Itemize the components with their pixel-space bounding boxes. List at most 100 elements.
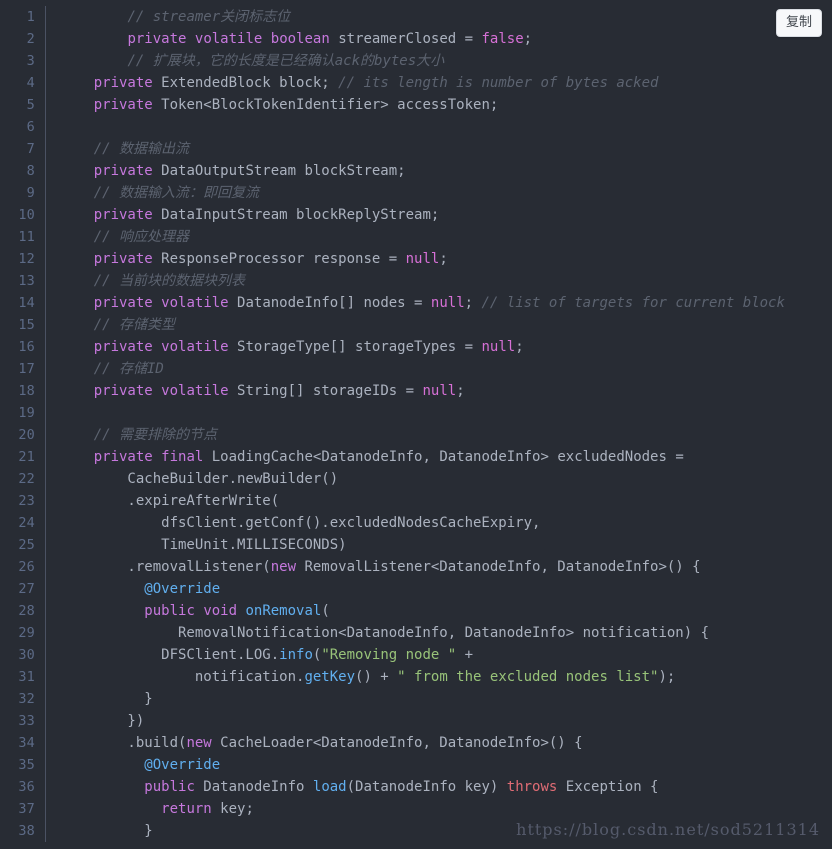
code-token-cmt: // 存储ID [93,361,164,377]
code-token-cmt: // 数据输入流：即回复流 [93,185,260,201]
line-number: 35 [18,757,35,773]
code-token-plain: dfsClient.getConf().excludedNodesCacheEx… [60,515,541,531]
code-token-cmt: // 数据输出流 [93,141,190,157]
code-token-kw: private [93,163,153,179]
line-number: 34 [18,735,35,751]
line-number: 29 [18,625,35,641]
code-token-plain: ( [321,603,330,619]
code-token-plain: DatanodeInfo [194,779,313,795]
code-token-kw: private [93,97,153,113]
code-token-kw: volatile [161,339,229,355]
code-token-plain: ); [658,669,676,685]
watermark-text: https://blog.csdn.net/sod5211314 [516,820,820,839]
code-line: private final LoadingCache<DatanodeInfo,… [60,446,832,468]
code-token-plain: CacheLoader<DatanodeInfo, DatanodeInfo>(… [211,735,583,751]
code-token-plain: ; [523,31,533,47]
line-number: 15 [18,317,35,333]
line-number: 24 [18,515,35,531]
code-line: // 当前块的数据块列表 [60,270,832,292]
line-number: 6 [26,119,35,135]
code-token-kw: return [161,801,212,817]
line-number: 8 [26,163,35,179]
code-token-plain: CacheBuilder.newBuilder() [60,471,339,487]
line-number: 20 [18,427,35,443]
code-token-str: " from the excluded nodes list" [397,669,659,685]
line-number: 21 [18,449,35,465]
code-token-plain: StorageType[] storageTypes = [228,339,482,355]
code-token-plain: DataOutputStream blockStream; [152,163,406,179]
code-token-kw: void [203,603,238,619]
code-table: 1 2 3 4 5 6 7 8 9 10 11 12 13 14 15 16 17 18 19 20 21 22 23 24 2… [0,0,832,849]
code-token-plain: RemovalNotification<DatanodeInfo, Datano… [60,625,710,641]
code-line: private DataOutputStream blockStream; [60,160,832,182]
code-token-plain: .expireAfterWrite( [60,493,280,509]
code-line: private Token<BlockTokenIdentifier> acce… [60,94,832,116]
line-number: 2 [26,31,35,47]
code-token-plain: ; [439,251,448,267]
code-token-plain: }) [60,713,145,729]
line-number: 12 [18,251,35,267]
code-token-cmt: // 扩展块，它的长度是已经确认ack的bytes大小 [127,53,445,69]
code-token-plain: ; [456,383,465,399]
code-line: // 存储类型 [60,314,832,336]
code-token-plain: .removalListener( [60,559,271,575]
code-line: DFSClient.LOG.info("Removing node " + [60,644,832,666]
code-line: // 数据输入流：即回复流 [60,182,832,204]
code-token-kw: private [127,31,187,47]
code-token-plain: (DatanodeInfo key) [346,779,507,795]
line-number: 33 [18,713,35,729]
line-number: 14 [18,295,35,311]
code-line: // 数据输出流 [60,138,832,160]
code-token-plain: LoadingCache<DatanodeInfo, DatanodeInfo>… [203,449,684,465]
code-token-ann: @Override [144,581,221,597]
code-token-kw: private [93,339,153,355]
code-line: // streamer关闭标志位 [60,6,832,28]
code-token-plain: RemovalListener<DatanodeInfo, DatanodeIn… [296,559,701,575]
code-line: @Override [60,754,832,776]
code-line: // 扩展块，它的长度是已经确认ack的bytes大小 [60,50,832,72]
code-line: RemovalNotification<DatanodeInfo, Datano… [60,622,832,644]
code-token-plain: Exception { [557,779,659,795]
code-token-kw: boolean [270,31,330,47]
code-token-fn: getKey [304,669,356,685]
code-line: private ResponseProcessor response = nul… [60,248,832,270]
code-token-plain: DFSClient.LOG. [60,647,280,663]
code-block-container: 复制 1 2 3 4 5 6 7 8 9 10 11 12 13 14 15 16 17 18 19 20 21 22 23… [0,0,832,849]
line-number: 11 [18,229,35,245]
line-number: 37 [18,801,35,817]
line-number: 4 [26,75,35,91]
code-line: private volatile StorageType[] storageTy… [60,336,832,358]
line-number: 7 [26,141,35,157]
code-token-lit: false [481,31,524,47]
line-number: 28 [18,603,35,619]
code-token-ann: @Override [144,757,221,773]
copy-button[interactable]: 复制 [775,9,822,37]
code-token-kw: public [144,779,195,795]
code-line: private volatile DatanodeInfo[] nodes = … [60,292,832,314]
code-token-lit: null [405,251,440,267]
code-token-plain: TimeUnit.MILLISECONDS) [60,537,347,553]
code-token-kw: private [93,251,153,267]
code-token-lit: null [430,295,465,311]
code-token-cmt: // 响应处理器 [93,229,190,245]
code-token-plain: () + [355,669,398,685]
code-line: TimeUnit.MILLISECONDS) [60,534,832,556]
code-line: dfsClient.getConf().excludedNodesCacheEx… [60,512,832,534]
code-token-plain: DatanodeInfo[] nodes = [228,295,431,311]
code-token-plain: streamerClosed = [329,31,482,47]
code-line: private DataInputStream blockReplyStream… [60,204,832,226]
line-number: 19 [18,405,35,421]
code-content-area[interactable]: // streamer关闭标志位 private volatile boolea… [46,6,832,842]
